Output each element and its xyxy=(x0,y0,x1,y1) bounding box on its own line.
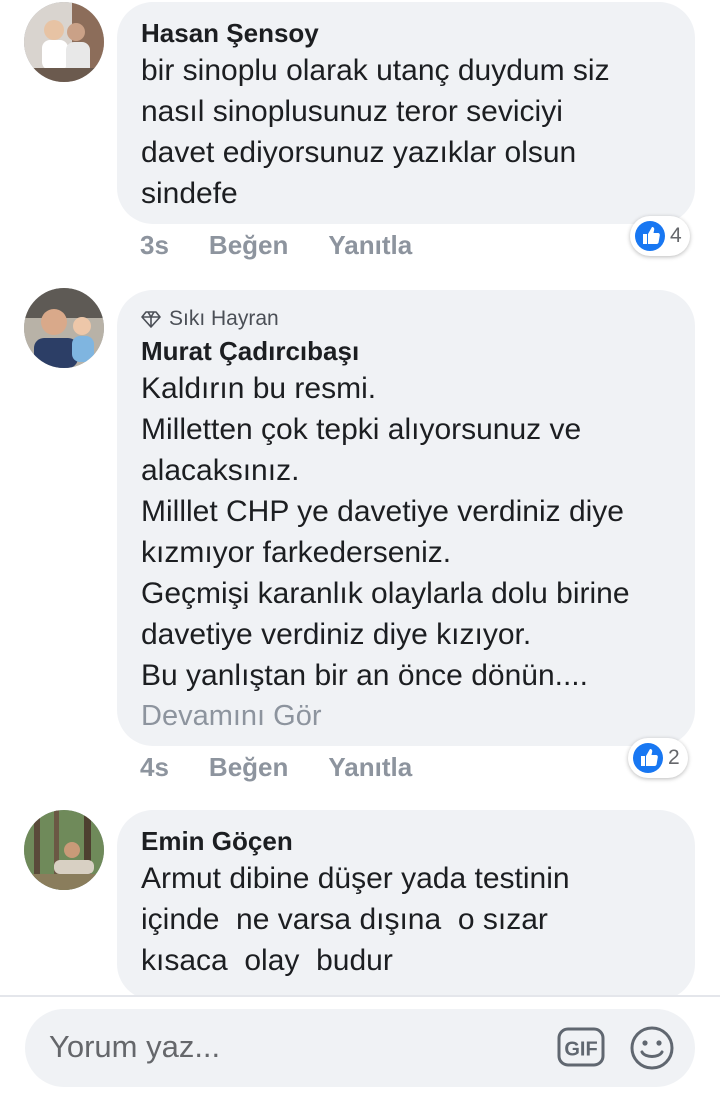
reaction-count: 2 xyxy=(668,746,680,769)
avatar[interactable] xyxy=(24,288,104,368)
badge-label: Sıkı Hayran xyxy=(169,307,279,330)
emoji-icon[interactable] xyxy=(629,1025,675,1071)
comment-actions: 4s Beğen Yanıtla xyxy=(140,752,412,783)
comment-feed: Hasan Şensoy bir sinoplu olarak utanç du… xyxy=(0,0,720,995)
like-button[interactable]: Beğen xyxy=(209,230,288,261)
comment-text: Armut dibine düşer yada testinin içinde … xyxy=(141,862,570,977)
comment-bubble: Hasan Şensoy bir sinoplu olarak utanç du… xyxy=(117,2,695,224)
reply-button[interactable]: Yanıtla xyxy=(328,752,412,783)
comment-author[interactable]: Hasan Şensoy xyxy=(141,16,671,50)
reaction-summary[interactable]: 4 xyxy=(630,216,690,256)
comment-composer: Yorum yaz... GIF xyxy=(0,995,720,1098)
gif-icon[interactable]: GIF xyxy=(557,1025,605,1069)
diamond-icon xyxy=(141,311,161,328)
comment-text: Kaldırın bu resmi. Milletten çok tepki a… xyxy=(141,372,630,692)
comment-time[interactable]: 4s xyxy=(140,752,169,783)
comment-text: bir sinoplu olarak utanç duydum siz nası… xyxy=(141,54,610,210)
comment-actions: 3s Beğen Yanıtla xyxy=(140,230,412,261)
see-more-link[interactable]: Devamını Gör xyxy=(141,696,671,736)
fan-badge: Sıkı Hayran xyxy=(141,304,671,334)
comment-author[interactable]: Murat Çadırcıbaşı xyxy=(141,334,671,368)
like-button[interactable]: Beğen xyxy=(209,752,288,783)
like-reaction-icon xyxy=(633,743,663,773)
comment-placeholder: Yorum yaz... xyxy=(49,1029,221,1064)
reaction-count: 4 xyxy=(670,224,682,247)
gif-label: GIF xyxy=(564,1039,597,1061)
like-reaction-icon xyxy=(635,221,665,251)
avatar[interactable] xyxy=(24,2,104,82)
reaction-summary[interactable]: 2 xyxy=(628,738,688,778)
comment-author[interactable]: Emin Göçen xyxy=(141,824,671,858)
comment-input[interactable]: Yorum yaz... GIF xyxy=(25,1009,695,1087)
reply-button[interactable]: Yanıtla xyxy=(328,230,412,261)
comment-bubble: Sıkı Hayran Murat Çadırcıbaşı Kaldırın b… xyxy=(117,290,695,746)
comment-bubble: Emin Göçen Armut dibine düşer yada testi… xyxy=(117,810,695,995)
avatar[interactable] xyxy=(24,810,104,890)
comment-time[interactable]: 3s xyxy=(140,230,169,261)
